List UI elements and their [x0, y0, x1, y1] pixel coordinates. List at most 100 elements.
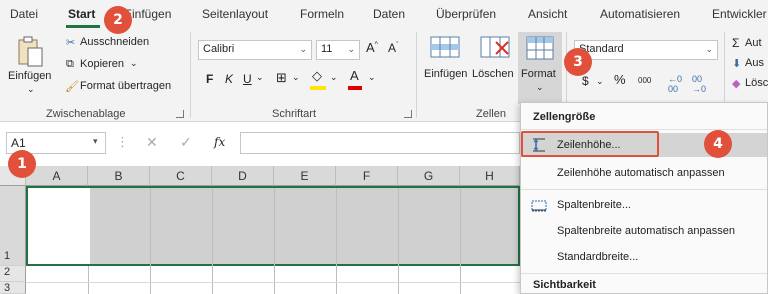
borders-icon[interactable]: ⊞: [276, 70, 287, 86]
column-header[interactable]: F: [336, 166, 398, 186]
chevron-down-icon: ⌄: [330, 72, 338, 82]
eraser-icon[interactable]: ◆: [732, 77, 740, 90]
chevron-down-icon: ▾: [93, 136, 98, 146]
callout-badge: 3: [564, 48, 592, 76]
column-header[interactable]: A: [26, 166, 88, 186]
increase-decimal-icon[interactable]: ←0 00: [668, 74, 682, 94]
name-box-value: A1: [11, 136, 26, 150]
chevron-down-icon: ⌄: [347, 44, 355, 54]
chevron-down-icon: ⌄: [536, 82, 544, 92]
decrease-decimal-icon[interactable]: 00 →0: [692, 74, 706, 94]
column-header[interactable]: E: [274, 166, 336, 186]
more-icon: ⋮: [116, 134, 129, 149]
formula-input[interactable]: [240, 132, 520, 154]
selected-row-1[interactable]: [26, 186, 520, 266]
row-header[interactable]: 3: [0, 282, 26, 294]
grid-line: [26, 282, 520, 283]
font-name-value: Calibri: [203, 43, 235, 55]
highlight-box: [521, 131, 659, 157]
fill-color-swatch: [310, 86, 326, 90]
column-header[interactable]: C: [150, 166, 212, 186]
row-header[interactable]: 2: [0, 266, 26, 282]
confirm-icon[interactable]: ✓: [180, 134, 192, 151]
delete-cells-label: Löschen: [472, 68, 514, 80]
chevron-down-icon: ⌄: [299, 44, 307, 54]
font-color-swatch: [348, 86, 362, 90]
menu-divider: [521, 273, 767, 274]
number-format-select[interactable]: Standard ⌄: [574, 40, 718, 60]
tab-developer[interactable]: Entwickler: [712, 7, 767, 21]
chevron-down-icon: ⌄: [596, 76, 604, 86]
chevron-down-icon: ⌄: [130, 58, 138, 68]
menu-item-label: Spaltenbreite automatisch anpassen: [557, 225, 735, 237]
format-cells-icon: [526, 36, 554, 60]
tab-view[interactable]: Ansicht: [528, 7, 567, 21]
autosum-label[interactable]: Aut: [745, 37, 762, 49]
tab-automate[interactable]: Automatisieren: [600, 7, 680, 21]
cancel-icon[interactable]: ✕: [146, 134, 158, 151]
grid-line: [336, 188, 337, 294]
clear-label[interactable]: Lösc: [745, 77, 768, 89]
tab-file[interactable]: Datei: [10, 7, 38, 21]
column-width-icon: [531, 200, 547, 212]
chevron-down-icon: ⌄: [256, 72, 264, 82]
chevron-down-icon: ⌄: [368, 72, 376, 82]
paste-icon: [18, 36, 43, 67]
column-header[interactable]: G: [398, 166, 460, 186]
active-cell-a1[interactable]: [28, 188, 90, 264]
copy-label: Kopieren: [80, 58, 125, 70]
bold-button[interactable]: F: [206, 72, 213, 86]
chevron-down-icon: ⌄: [292, 72, 300, 82]
menu-item-autofit-column[interactable]: Spaltenbreite automatisch anpassen: [521, 219, 767, 243]
paint-bucket-icon: ◇: [312, 68, 322, 83]
paste-label: Einfügen: [8, 70, 52, 82]
font-size-select[interactable]: 11 ⌄: [316, 40, 360, 60]
menu-divider: [521, 129, 767, 130]
grid-line: [88, 266, 89, 294]
underline-button[interactable]: U: [243, 72, 252, 86]
autosum-icon[interactable]: Σ: [732, 36, 739, 50]
grid-line: [460, 188, 461, 294]
italic-button[interactable]: K: [225, 72, 233, 86]
group-divider: [190, 32, 191, 118]
currency-icon[interactable]: $: [582, 74, 589, 88]
function-icon[interactable]: fx: [214, 135, 225, 149]
tab-formulas[interactable]: Formeln: [300, 7, 344, 21]
increase-font-icon[interactable]: A^: [366, 40, 378, 55]
font-group-label: Schriftart: [272, 108, 317, 120]
column-header[interactable]: B: [88, 166, 150, 186]
dialog-launcher-icon[interactable]: [404, 110, 412, 118]
menu-item-label: Standardbreite...: [557, 251, 639, 263]
tab-page-layout[interactable]: Seitenlayout: [202, 7, 268, 21]
menu-item-default-width[interactable]: Standardbreite...: [521, 245, 767, 269]
column-header[interactable]: D: [212, 166, 274, 186]
percent-button[interactable]: %: [614, 72, 626, 87]
font-name-select[interactable]: Calibri ⌄: [198, 40, 312, 60]
insert-cells-label: Einfügen: [424, 68, 468, 80]
chevron-down-icon: ⌄: [27, 84, 35, 94]
tab-home[interactable]: Start: [68, 7, 95, 21]
grid-line: [398, 188, 399, 294]
tab-review[interactable]: Überprüfen: [436, 7, 496, 21]
format-painter-label: Format übertragen: [80, 80, 172, 92]
callout-badge: 2: [104, 6, 132, 34]
callout-badge: 1: [8, 150, 36, 178]
formula-bar: A1 ▾ ⋮ ✕ ✓ fx: [0, 130, 520, 156]
menu-item-autofit-row[interactable]: Zeilenhöhe automatisch anpassen: [521, 161, 767, 185]
thousands-separator-button[interactable]: 000: [638, 76, 651, 85]
decrease-font-icon[interactable]: Aˇ: [388, 41, 398, 55]
delete-cells-icon: [480, 36, 510, 58]
format-cells-button[interactable]: Format ⌄: [518, 32, 562, 104]
format-cells-label: Format: [521, 68, 556, 80]
fill-icon[interactable]: ⬇: [732, 57, 741, 70]
tab-data[interactable]: Daten: [373, 7, 405, 21]
fill-label[interactable]: Aus: [745, 57, 764, 69]
menu-item-label: Zeilenhöhe automatisch anpassen: [557, 167, 725, 179]
column-header[interactable]: H: [460, 166, 520, 186]
group-divider: [416, 32, 417, 118]
menu-item-column-width[interactable]: Spaltenbreite...: [521, 193, 767, 217]
worksheet-grid[interactable]: A B C D E F G H 1 2 3: [0, 166, 520, 294]
insert-cells-icon: [430, 36, 460, 58]
row-header[interactable]: 1: [0, 186, 26, 266]
dialog-launcher-icon[interactable]: [176, 110, 184, 118]
